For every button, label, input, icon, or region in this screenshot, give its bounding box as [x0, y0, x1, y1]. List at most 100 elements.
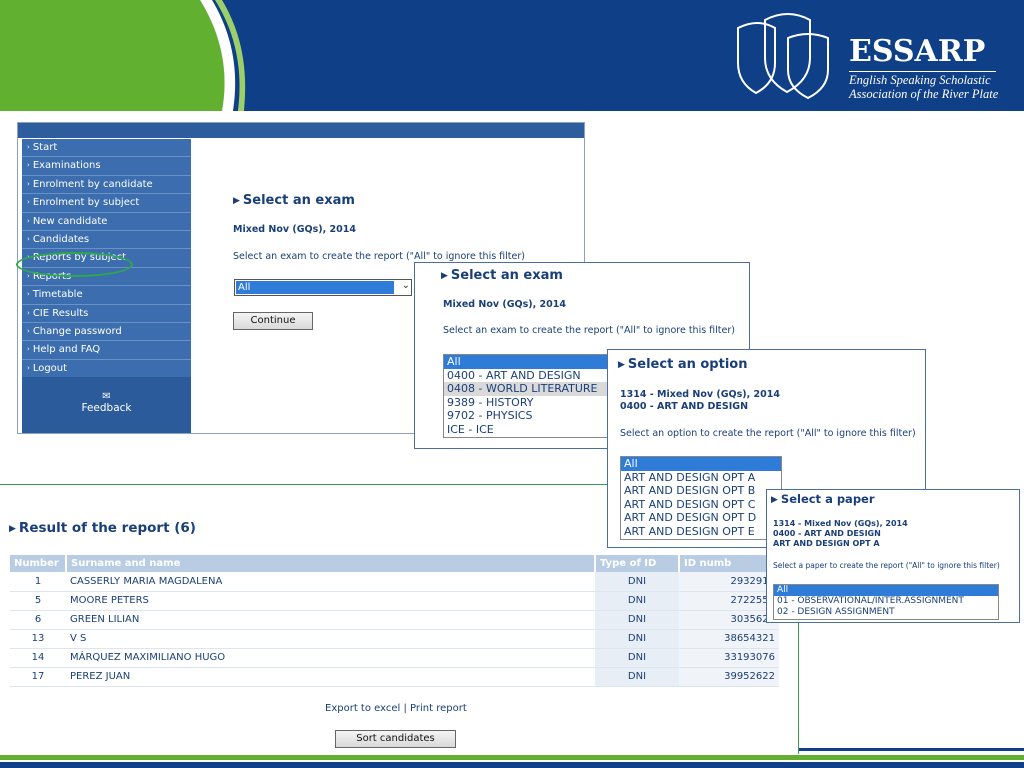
list-item[interactable]: ART AND DESIGN OPT D	[621, 511, 781, 525]
feedback-label: Feedback	[81, 402, 132, 414]
list-item[interactable]: All	[621, 457, 781, 471]
highlight-circle	[16, 252, 133, 277]
table-row: 14 MÁRQUEZ MAXIMILIANO HUGO DNI 33193076	[10, 648, 779, 668]
results-title-text: Result of the report (6)	[18, 520, 196, 536]
list-item[interactable]: 02 - DESIGN ASSIGNMENT	[774, 607, 998, 618]
sort-candidates-button[interactable]: Sort candidates	[335, 730, 456, 748]
chevron-icon: ›	[27, 179, 30, 188]
brand-title: ESSARP	[849, 34, 986, 69]
navy-stripe	[0, 762, 1024, 768]
option-popup-hint: Select an option to create the report ("…	[620, 428, 916, 439]
sidebar-item-candidates[interactable]: › Candidates	[22, 231, 191, 250]
sidebar-item-label: Change password	[32, 325, 122, 337]
chevron-icon: ›	[27, 216, 30, 225]
sidebar-item-start[interactable]: › Start	[22, 139, 191, 158]
list-item[interactable]: All	[444, 355, 608, 369]
exam-listbox[interactable]: All 0400 - ART AND DESIGN 0408 - WORLD L…	[443, 354, 609, 438]
cell-id: 39952622	[679, 667, 779, 687]
list-item[interactable]: 0400 - ART AND DESIGN	[444, 369, 608, 383]
app-topbar	[18, 123, 584, 138]
table-row: 1 CASSERLY MARIA MAGDALENA DNI 2932917	[10, 572, 779, 592]
heading-text: Select an exam	[242, 193, 355, 208]
feedback-button[interactable]: ✉ Feedback	[22, 377, 191, 433]
option-popup-heading: ▶ Select an option	[618, 357, 747, 372]
sidebar-item-cie-results[interactable]: › CIE Results	[22, 305, 191, 323]
sidebar-item-new-candidate[interactable]: › New candidate	[22, 213, 191, 231]
results-links: Export to excel | Print report	[325, 703, 467, 714]
continue-button[interactable]: Continue	[233, 312, 313, 330]
list-item[interactable]: 9702 - PHYSICS	[444, 409, 608, 423]
sidebar: › Start › Examinations › Enrolment by candi…	[22, 139, 191, 433]
cell-type: DNI	[595, 648, 679, 668]
chevron-down-icon: ⌄	[401, 280, 410, 291]
paper-listbox[interactable]: All 01 - OBSERVATIONAL/INTER.ASSIGNMENT …	[773, 584, 999, 620]
list-item[interactable]: 0408 - WORLD LITERATURE	[444, 382, 608, 396]
table-row: 6 GREEN LILIAN DNI 3035624	[10, 610, 779, 630]
triangle-right-icon: ▶	[771, 495, 778, 505]
envelope-icon: ✉	[102, 391, 111, 402]
cell-id: 3035624	[679, 610, 779, 630]
table-row: 17 PEREZ JUAN DNI 39952622	[10, 667, 779, 687]
triangle-right-icon: ▶	[233, 196, 240, 206]
chevron-icon: ›	[27, 143, 30, 151]
sidebar-item-label: Logout	[32, 362, 68, 374]
results-table: Number Surname and name Type of ID ID nu…	[10, 555, 780, 687]
sidebar-item-examinations[interactable]: › Examinations	[22, 157, 191, 176]
green-stripe	[0, 755, 1024, 760]
paper-popup-line1: 1314 - Mixed Nov (GQs), 2014	[773, 519, 908, 528]
select-exam-hint: Select an exam to create the report ("Al…	[233, 251, 525, 262]
col-type[interactable]: Type of ID	[595, 555, 680, 572]
list-item[interactable]: ART AND DESIGN OPT C	[621, 498, 781, 512]
list-item[interactable]: ICE - ICE	[444, 423, 608, 437]
slide: ESSARP English Speaking Scholastic Assoc…	[0, 0, 1024, 768]
list-item[interactable]: 9389 - HISTORY	[444, 396, 608, 410]
heading-text: Select an option	[627, 357, 748, 372]
sidebar-item-label: CIE Results	[32, 307, 89, 319]
list-item[interactable]: ART AND DESIGN OPT A	[621, 471, 781, 485]
cell-type: DNI	[595, 610, 679, 630]
paper-popup-heading: ▶ Select a paper	[771, 492, 875, 506]
export-excel-link[interactable]: Export to excel	[325, 703, 400, 714]
cell-name: GREEN LILIAN	[66, 610, 595, 630]
list-item[interactable]: ART AND DESIGN OPT B	[621, 484, 781, 498]
list-item[interactable]: 01 - OBSERVATIONAL/INTER.ASSIGNMENT	[774, 596, 998, 607]
bottom-accent	[799, 748, 1024, 751]
sidebar-item-help-and-faq[interactable]: › Help and FAQ	[22, 341, 191, 360]
paper-popup: ▶ Select a paper 1314 - Mixed Nov (GQs), …	[766, 489, 1020, 623]
sidebar-item-enrolment-by-subject[interactable]: › Enrolment by subject	[22, 194, 191, 213]
shield-logo-icon	[737, 13, 829, 100]
chevron-icon: ›	[27, 326, 30, 335]
chevron-icon: ›	[27, 271, 30, 280]
heading-text: Select an exam	[450, 268, 563, 283]
paper-popup-line3: ART AND DESIGN OPT A	[773, 539, 880, 548]
results-title: ▶ Result of the report (6)	[9, 520, 196, 536]
heading-text: Select a paper	[780, 492, 875, 506]
cell-number: 6	[10, 610, 66, 630]
list-item[interactable]: All	[774, 585, 998, 596]
triangle-right-icon: ▶	[618, 360, 625, 370]
sidebar-item-logout[interactable]: › Logout	[22, 360, 191, 379]
option-popup-line1: 1314 - Mixed Nov (GQs), 2014	[620, 389, 780, 400]
option-popup-line2: 0400 - ART AND DESIGN	[620, 401, 749, 412]
cell-name: MÁRQUEZ MAXIMILIANO HUGO	[66, 648, 595, 668]
cell-number: 5	[10, 591, 66, 611]
sidebar-item-enrolment-by-candidate[interactable]: › Enrolment by candidate	[22, 176, 191, 195]
exam-popup-hint: Select an exam to create the report ("Al…	[443, 325, 735, 336]
sidebar-item-label: Examinations	[32, 160, 101, 172]
sidebar-item-timetable[interactable]: › Timetable	[22, 286, 191, 305]
exam-select[interactable]: All ⌄	[234, 279, 412, 296]
brand-divider	[849, 71, 996, 72]
col-number[interactable]: Number	[10, 555, 67, 572]
cell-type: DNI	[595, 629, 679, 649]
list-item[interactable]: ART AND DESIGN OPT E	[621, 525, 781, 539]
cell-type: DNI	[595, 591, 679, 611]
print-report-link[interactable]: Print report	[410, 703, 467, 714]
col-id[interactable]: ID numb	[679, 555, 780, 572]
paper-popup-hint: Select a paper to create the report ("Al…	[773, 561, 1000, 570]
table-row: 5 MOORE PETERS DNI 2722556	[10, 591, 779, 611]
col-name[interactable]: Surname and name	[66, 555, 596, 572]
cell-type: DNI	[595, 667, 679, 687]
select-exam-heading: ▶ Select an exam	[233, 193, 355, 208]
option-listbox[interactable]: All ART AND DESIGN OPT A ART AND DESIGN …	[620, 456, 782, 540]
sidebar-item-change-password[interactable]: › Change password	[22, 323, 191, 342]
